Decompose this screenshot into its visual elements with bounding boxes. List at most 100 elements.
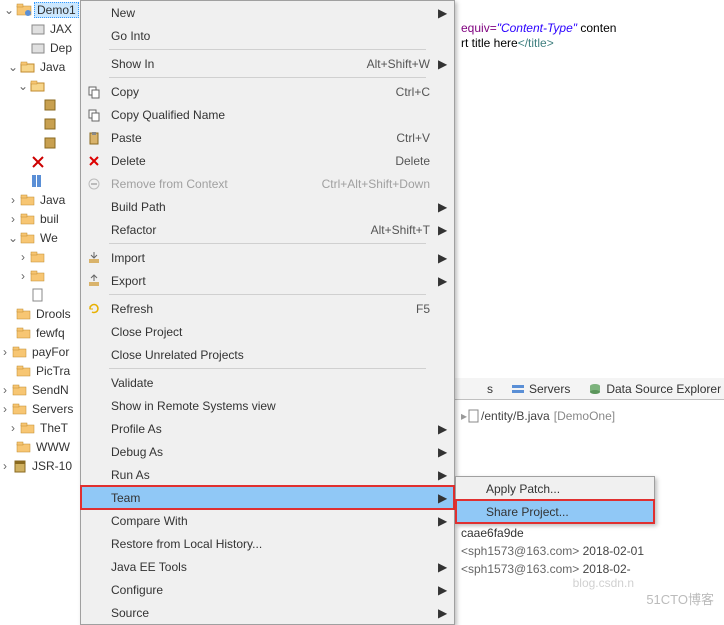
- expand-toggle[interactable]: ›: [8, 193, 18, 207]
- menu-item-delete[interactable]: DeleteDelete: [81, 149, 454, 172]
- project-explorer[interactable]: ⌄Demo1JAXDep⌄Java⌄›Java›buil⌄We››Droolsf…: [0, 0, 80, 618]
- export-icon: [81, 274, 107, 288]
- menu-item-copy[interactable]: CopyCtrl+C: [81, 80, 454, 103]
- context-menu[interactable]: New▶Go IntoShow InAlt+Shift+W▶CopyCtrl+C…: [80, 0, 455, 625]
- expand-toggle[interactable]: ›: [0, 345, 10, 359]
- menu-item-restore-from-local-history[interactable]: Restore from Local History...: [81, 532, 454, 555]
- menu-item-show-in-remote-systems-view[interactable]: Show in Remote Systems view: [81, 394, 454, 417]
- expand-toggle[interactable]: ⌄: [18, 79, 28, 93]
- code-editor[interactable]: equiv="Content-Type" conten rt title her…: [455, 0, 724, 370]
- watermark: blog.csdn.n: [573, 576, 634, 590]
- tree-item[interactable]: [0, 95, 80, 114]
- tree-item[interactable]: ›SendN: [0, 380, 80, 399]
- menu-item-label: New: [107, 6, 430, 20]
- submenu-arrow-icon: ▶: [438, 491, 454, 505]
- menu-separator: [109, 368, 426, 369]
- tree-item[interactable]: ›TheT: [0, 418, 80, 437]
- menu-item-team[interactable]: Team▶: [81, 486, 454, 509]
- tree-item[interactable]: ›payFor: [0, 342, 80, 361]
- tree-item-label: fewfq: [34, 326, 67, 340]
- expand-toggle[interactable]: ›: [18, 269, 28, 283]
- tree-item[interactable]: ›Servers: [0, 399, 80, 418]
- tree-item[interactable]: ⌄Java: [0, 57, 80, 76]
- menu-item-refresh[interactable]: RefreshF5: [81, 297, 454, 320]
- tree-item[interactable]: ⌄We: [0, 228, 80, 247]
- pkg-icon: [42, 135, 58, 151]
- expand-toggle[interactable]: ›: [18, 250, 28, 264]
- servers-icon: [511, 382, 525, 396]
- submenu-arrow-icon: ▶: [438, 583, 454, 597]
- bottom-views-tabbar[interactable]: sServersData Source ExplorerS: [455, 378, 724, 400]
- menu-item-debug-as[interactable]: Debug As▶: [81, 440, 454, 463]
- history-row[interactable]: <sph1573@163.com> 2018-02-01: [461, 544, 718, 562]
- expand-toggle[interactable]: ›: [0, 402, 10, 416]
- history-row[interactable]: caae6fa9de: [461, 526, 718, 544]
- menu-item-label: Java EE Tools: [107, 560, 430, 574]
- menu-item-close-project[interactable]: Close Project: [81, 320, 454, 343]
- commit-date: 2018-02-: [583, 562, 631, 576]
- tree-item[interactable]: PicTra: [0, 361, 80, 380]
- tree-item[interactable]: ›: [0, 266, 80, 285]
- menu-item-java-ee-tools[interactable]: Java EE Tools▶: [81, 555, 454, 578]
- expand-toggle[interactable]: ›: [8, 421, 18, 435]
- tree-item[interactable]: ›buil: [0, 209, 80, 228]
- folder-icon: [12, 401, 28, 417]
- tree-item[interactable]: ›Java: [0, 190, 80, 209]
- menu-item-go-into[interactable]: Go Into: [81, 24, 454, 47]
- expand-toggle[interactable]: ›: [0, 383, 10, 397]
- menu-item-profile-as[interactable]: Profile As▶: [81, 417, 454, 440]
- tree-item[interactable]: [0, 152, 80, 171]
- tree-item[interactable]: WWW: [0, 437, 80, 456]
- breadcrumb-file: /entity/B.java: [481, 409, 550, 423]
- menu-item-label: Close Unrelated Projects: [107, 348, 430, 362]
- submenu-arrow-icon: ▶: [438, 200, 454, 214]
- submenu-item-share-project[interactable]: Share Project...: [456, 500, 654, 523]
- menu-item-shortcut: F5: [416, 302, 438, 316]
- menu-item-source[interactable]: Source▶: [81, 601, 454, 624]
- folder-icon: [20, 211, 36, 227]
- tree-item[interactable]: fewfq: [0, 323, 80, 342]
- menu-item-close-unrelated-projects[interactable]: Close Unrelated Projects: [81, 343, 454, 366]
- menu-item-new[interactable]: New▶: [81, 1, 454, 24]
- view-tab-s[interactable]: s: [463, 380, 499, 398]
- view-tab-data-source-explorer[interactable]: Data Source Explorer: [582, 380, 724, 398]
- tree-item[interactable]: › JSR-10: [0, 456, 80, 475]
- expand-toggle[interactable]: ⌄: [8, 60, 18, 74]
- view-tab-servers[interactable]: Servers: [505, 380, 576, 398]
- menu-item-paste[interactable]: PasteCtrl+V: [81, 126, 454, 149]
- tree-item[interactable]: Drools: [0, 304, 80, 323]
- menu-item-configure[interactable]: Configure▶: [81, 578, 454, 601]
- tree-item-label: JSR-10: [30, 459, 74, 473]
- expand-toggle[interactable]: ›: [0, 459, 10, 473]
- menu-item-show-in[interactable]: Show InAlt+Shift+W▶: [81, 52, 454, 75]
- expand-toggle[interactable]: ›: [8, 212, 18, 226]
- menu-separator: [109, 243, 426, 244]
- tree-item[interactable]: [0, 285, 80, 304]
- tree-item[interactable]: ⌄: [0, 76, 80, 95]
- expand-toggle[interactable]: ⌄: [8, 231, 18, 245]
- tree-item[interactable]: ⌄Demo1: [0, 0, 80, 19]
- menu-item-compare-with[interactable]: Compare With▶: [81, 509, 454, 532]
- team-submenu[interactable]: Apply Patch...Share Project...: [455, 476, 655, 524]
- menu-item-label: Show in Remote Systems view: [107, 399, 430, 413]
- tree-item[interactable]: [0, 114, 80, 133]
- tree-item[interactable]: ›: [0, 247, 80, 266]
- dep-icon: [30, 40, 46, 56]
- menu-item-validate[interactable]: Validate: [81, 371, 454, 394]
- menu-item-refactor[interactable]: RefactorAlt+Shift+T▶: [81, 218, 454, 241]
- menu-item-build-path[interactable]: Build Path▶: [81, 195, 454, 218]
- file-icon: [467, 409, 481, 423]
- menu-item-run-as[interactable]: Run As▶: [81, 463, 454, 486]
- tree-item[interactable]: Dep: [0, 38, 80, 57]
- tree-item[interactable]: JAX: [0, 19, 80, 38]
- submenu-item-apply-patch[interactable]: Apply Patch...: [456, 477, 654, 500]
- menu-item-shortcut: Alt+Shift+T: [371, 223, 438, 237]
- tree-item[interactable]: [0, 171, 80, 190]
- editor-text: </title>: [518, 36, 554, 50]
- menu-item-export[interactable]: Export▶: [81, 269, 454, 292]
- expand-toggle[interactable]: ⌄: [4, 3, 14, 17]
- x-icon: [30, 154, 46, 170]
- tree-item[interactable]: [0, 133, 80, 152]
- menu-item-import[interactable]: Import▶: [81, 246, 454, 269]
- menu-item-copy-qualified-name[interactable]: Copy Qualified Name: [81, 103, 454, 126]
